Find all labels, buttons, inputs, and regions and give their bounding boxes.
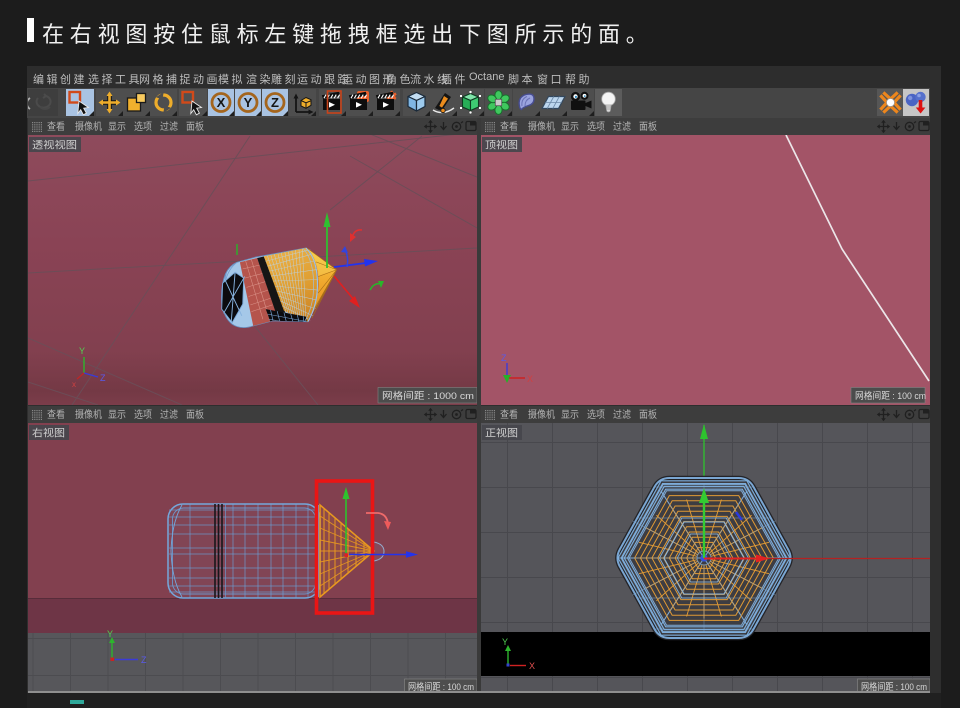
- svg-text:显示: 显示: [561, 409, 579, 421]
- svg-text:查看: 查看: [47, 408, 65, 421]
- svg-text:顶视图: 顶视图: [485, 139, 518, 152]
- svg-text:面板: 面板: [186, 120, 204, 133]
- svg-text:面板: 面板: [639, 408, 657, 421]
- svg-text:Y: Y: [244, 95, 253, 110]
- svg-text:选项: 选项: [134, 408, 152, 421]
- svg-text:Z: Z: [100, 373, 106, 383]
- svg-text:透视视图: 透视视图: [32, 139, 77, 152]
- svg-text:摄像机: 摄像机: [528, 408, 555, 421]
- svg-text:过滤: 过滤: [160, 120, 178, 133]
- svg-text:过滤: 过滤: [613, 120, 631, 133]
- svg-text:选项: 选项: [587, 408, 605, 421]
- svg-text:面板: 面板: [639, 120, 657, 133]
- svg-text:X: X: [529, 661, 535, 671]
- svg-text:X: X: [527, 374, 533, 384]
- svg-text:显示: 显示: [561, 121, 579, 133]
- svg-text:网格间距 : 100 cm: 网格间距 : 100 cm: [861, 681, 927, 691]
- svg-text:右视图: 右视图: [32, 427, 65, 440]
- svg-text:选项: 选项: [134, 120, 152, 133]
- svg-text:摄像机: 摄像机: [528, 120, 555, 133]
- svg-text:选项: 选项: [587, 120, 605, 133]
- svg-text:查看: 查看: [47, 120, 65, 133]
- svg-text:面板: 面板: [186, 408, 204, 421]
- svg-text:Y: Y: [79, 346, 85, 356]
- svg-text:显示: 显示: [108, 409, 126, 421]
- svg-text:查看: 查看: [500, 120, 518, 133]
- svg-text:查看: 查看: [500, 408, 518, 421]
- svg-text:摄像机: 摄像机: [75, 408, 102, 421]
- svg-text:过滤: 过滤: [160, 408, 178, 421]
- svg-text:过滤: 过滤: [613, 408, 631, 421]
- svg-text:网格间距 : 100 cm: 网格间距 : 100 cm: [408, 681, 474, 691]
- svg-text:显示: 显示: [108, 121, 126, 133]
- svg-text:X: X: [217, 95, 226, 110]
- svg-text:Z: Z: [501, 353, 507, 363]
- svg-text:网格间距 : 1000 cm: 网格间距 : 1000 cm: [382, 390, 474, 402]
- svg-text:正视图: 正视图: [485, 427, 518, 440]
- svg-text:Z: Z: [271, 95, 279, 110]
- svg-text:Y: Y: [502, 637, 508, 647]
- svg-text:摄像机: 摄像机: [75, 120, 102, 133]
- svg-text:Z: Z: [141, 655, 147, 665]
- svg-text:网格间距 : 100 cm: 网格间距 : 100 cm: [855, 390, 926, 402]
- svg-text:x: x: [72, 380, 76, 389]
